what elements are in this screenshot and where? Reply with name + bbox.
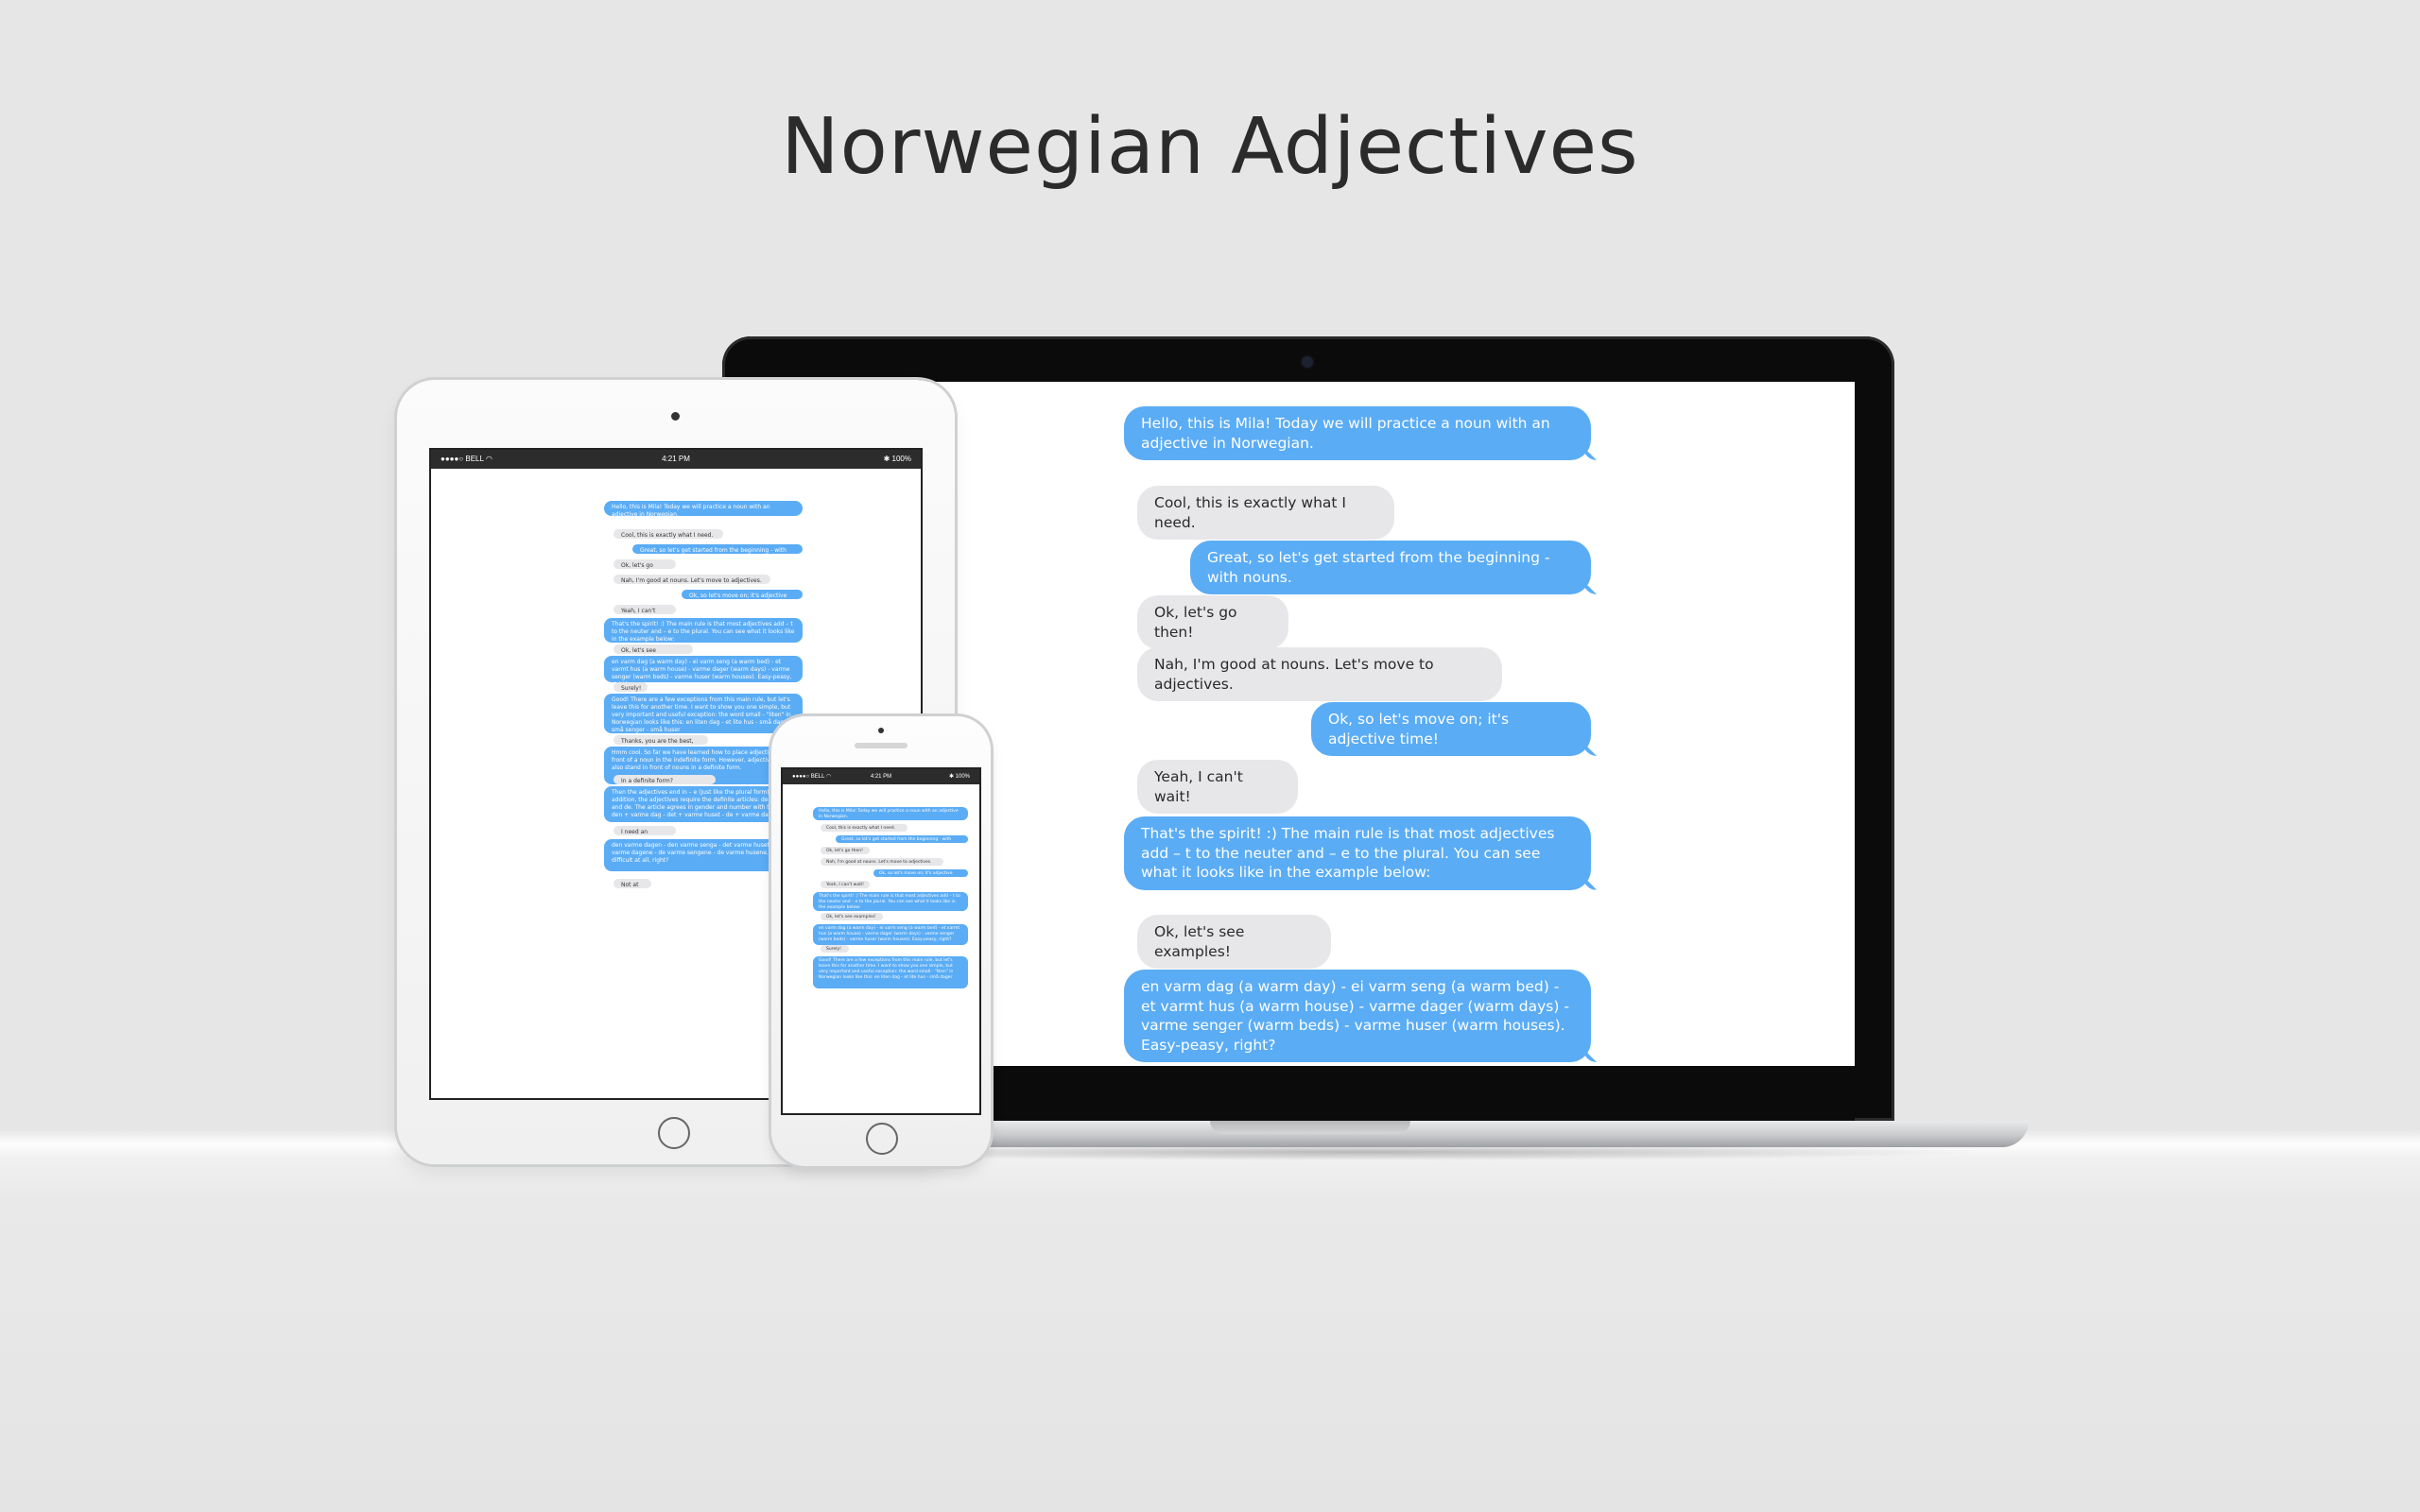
phone-screen: ●●●●○ BELL ◠ 4:21 PM ✱ 100% Hello, this … (783, 769, 979, 1113)
user-message-bubble: Cool, this is exactly what I need. (1137, 486, 1394, 540)
user-message-bubble: Ok, let's see examples! (614, 644, 693, 654)
bot-message-bubble: Good! There are a few exceptions from th… (813, 956, 968, 988)
clock-label: 4:21 PM (662, 455, 690, 463)
page-title: Norwegian Adjectives (781, 102, 1639, 192)
user-message-bubble: Yeah, I can't wait! (614, 605, 676, 614)
phone-status-bar: ●●●●○ BELL ◠ 4:21 PM ✱ 100% (783, 769, 979, 784)
user-message-bubble: Yeah, I can't wait! (1137, 760, 1298, 814)
user-message-bubble: Ok, let's go then! (821, 847, 870, 854)
bot-message-bubble: Hello, this is Mila! Today we will pract… (604, 501, 803, 516)
bot-message-bubble: Good! There are a few exceptions from th… (604, 694, 803, 733)
bot-message-bubble: Great, so let's get started from the beg… (1190, 541, 1591, 594)
bot-message-bubble: Hello, this is Mila! Today we will pract… (1124, 406, 1591, 460)
user-message-bubble: Cool, this is exactly what I need. (821, 824, 908, 832)
bot-message-bubble: Ok, so let's move on; it's adjective tim… (682, 590, 803, 599)
battery-label: ✱ 100% (883, 455, 911, 463)
bot-message-bubble: That's the spirit! :) The main rule is t… (1124, 816, 1591, 890)
user-message-bubble: Ok, let's go then! (614, 559, 676, 569)
user-message-bubble: Not at all. (614, 879, 651, 888)
user-message-bubble: In a definite form? Interesting... (614, 775, 716, 784)
laptop-notch (1210, 1121, 1410, 1134)
user-message-bubble: Ok, let's see examples! (1137, 915, 1331, 969)
user-message-bubble: Nah, I'm good at nouns. Let's move to ad… (1137, 647, 1502, 701)
battery-label: ✱ 100% (948, 774, 970, 780)
user-message-bubble: I need an example (614, 826, 676, 835)
user-message-bubble: Cool, this is exactly what I need. (614, 529, 723, 539)
bot-message-bubble: Hello, this is Mila! Today we will pract… (813, 807, 968, 820)
phone-home-button[interactable] (866, 1123, 898, 1155)
bot-message-bubble: en varm dag (a warm day) - ei varm seng … (1124, 970, 1591, 1062)
tablet-status-bar: ●●●●○ BELL ◠ 4:21 PM ✱ 100% (431, 450, 921, 469)
user-message-bubble: Surely! (821, 945, 849, 953)
tablet-home-button[interactable] (658, 1117, 690, 1149)
bot-message-bubble: Ok, so let's move on; it's adjective tim… (873, 869, 968, 877)
laptop-camera-icon (1302, 356, 1313, 368)
bot-message-bubble: en varm dag (a warm day) - ei varm seng … (813, 924, 968, 945)
user-message-bubble: Yeah, I can't wait! (821, 881, 870, 888)
user-message-bubble: Ok, let's see examples! (821, 913, 883, 920)
user-message-bubble: Ok, let's go then! (1137, 595, 1288, 649)
user-message-bubble: Thanks, you are the best, Mila! (614, 735, 708, 745)
phone-camera-icon (878, 728, 884, 733)
bot-message-bubble: Great, so let's get started from the beg… (632, 544, 803, 554)
bot-message-bubble: Ok, so let's move on; it's adjective tim… (1311, 702, 1591, 756)
backdrop-floor (0, 1143, 2420, 1512)
bot-message-bubble: en varm dag (a warm day) - ei varm seng … (604, 656, 803, 682)
user-message-bubble: Nah, I'm good at nouns. Let's move to ad… (614, 575, 770, 584)
tablet-camera-icon (671, 412, 680, 421)
bot-message-bubble: Great, so let's get started from the beg… (836, 835, 968, 843)
user-message-bubble: Surely! (614, 682, 648, 692)
user-message-bubble: Nah, I'm good at nouns. Let's move to ad… (821, 858, 943, 866)
phone-speaker (855, 743, 908, 748)
bot-message-bubble: That's the spirit! :) The main rule is t… (604, 618, 803, 643)
bot-message-bubble: That's the spirit! :) The main rule is t… (813, 892, 968, 911)
